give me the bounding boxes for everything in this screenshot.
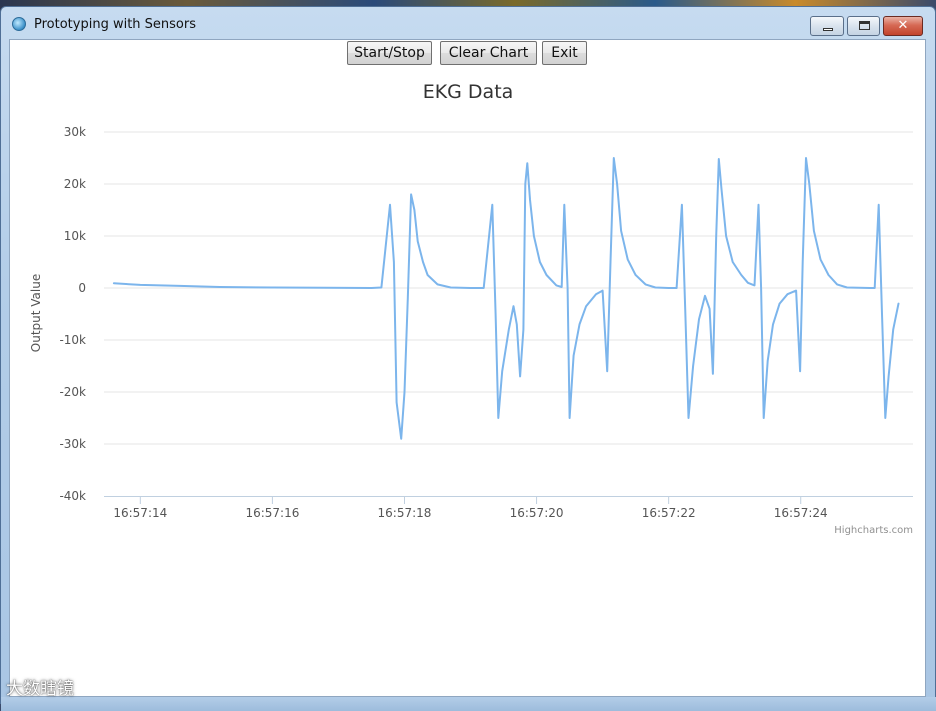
maximize-icon	[848, 17, 879, 35]
x-tick-label: 16:57:22	[642, 506, 696, 520]
y-axis-ticks: 30k 20k 10k 0 -10k -20k -30k -40k	[59, 125, 86, 503]
x-tick-label: 16:57:24	[774, 506, 828, 520]
y-tick-label: -40k	[59, 489, 86, 503]
window-title: Prototyping with Sensors	[34, 17, 196, 32]
y-tick-label: -30k	[59, 437, 86, 451]
minimize-icon	[811, 17, 843, 35]
maximize-button[interactable]	[847, 16, 880, 36]
series-line	[112, 157, 900, 440]
close-button[interactable]: ✕	[883, 16, 923, 36]
title-bar[interactable]: Prototyping with Sensors ✕	[1, 7, 935, 39]
close-icon: ✕	[897, 18, 909, 33]
x-tick-label: 16:57:18	[378, 506, 432, 520]
clear-chart-button[interactable]: Clear Chart	[440, 41, 537, 65]
x-axis-ticks: 16:57:14 16:57:16 16:57:18 16:57:20 16:57:22…	[113, 496, 828, 520]
y-axis-label: Output Value	[29, 274, 43, 352]
y-tick-label: 30k	[64, 125, 86, 139]
y-tick-label: 0	[78, 281, 86, 295]
start-stop-button[interactable]: Start/Stop	[347, 41, 432, 65]
client-area: 30k 20k 10k 0 -10k -20k -30k -40k 16:57:14 16:57…	[9, 39, 926, 697]
minimize-button[interactable]	[810, 16, 844, 36]
y-tick-label: -20k	[59, 385, 86, 399]
watermark-text: 大数瞎镜	[6, 679, 74, 699]
app-globe-icon	[12, 17, 26, 31]
x-tick-label: 16:57:14	[113, 506, 167, 520]
window-bottom-border	[1, 697, 936, 711]
y-tick-label: -10k	[59, 333, 86, 347]
chart-title: EKG Data	[423, 81, 514, 103]
y-tick-label: 10k	[64, 229, 86, 243]
x-tick-label: 16:57:20	[510, 506, 564, 520]
highcharts-credit[interactable]: Highcharts.com	[834, 525, 913, 536]
x-tick-label: 16:57:16	[245, 506, 299, 520]
y-tick-label: 20k	[64, 177, 86, 191]
app-window: Prototyping with Sensors ✕ 30k 20k 10k 0 -10…	[0, 6, 936, 711]
ekg-chart: 30k20k10k0-10k-20k-30k-40k 16:57:14 16:57…	[29, 81, 913, 536]
exit-button[interactable]: Exit	[542, 41, 587, 65]
